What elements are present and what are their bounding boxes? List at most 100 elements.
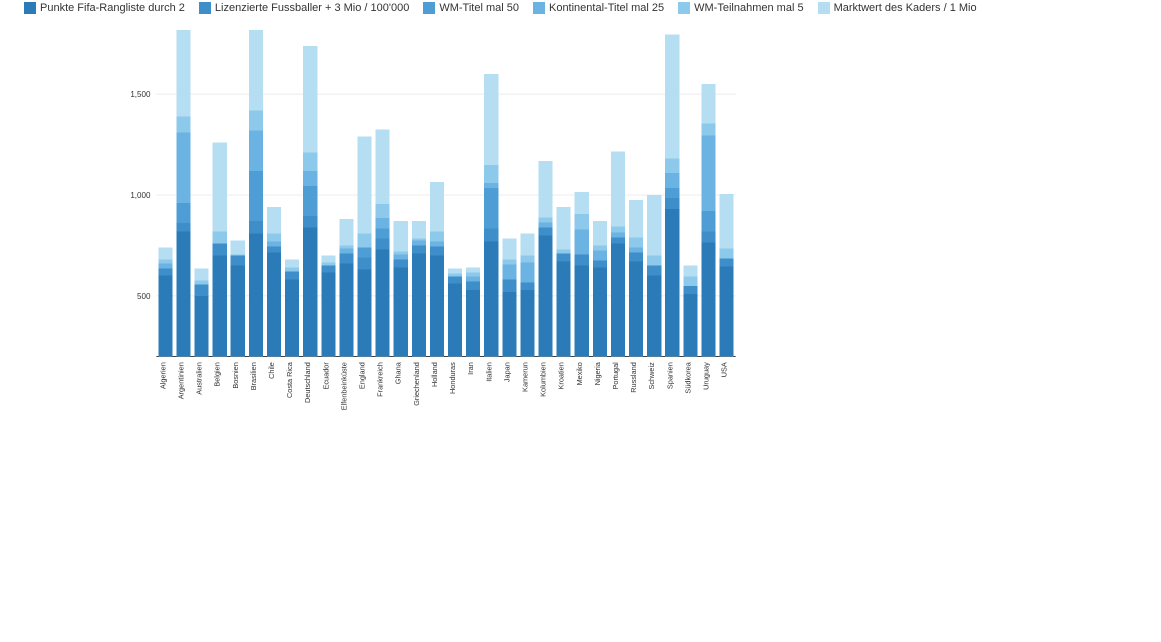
bar-segment: [412, 240, 426, 245]
bar-segment: [267, 207, 281, 233]
y-tick-label: 1,000: [130, 191, 151, 200]
bar-segment: [158, 269, 172, 276]
y-tick-label: 1,500: [130, 90, 151, 99]
x-tick-label: Elfenbeinküste: [339, 362, 348, 410]
bar-segment: [412, 221, 426, 238]
bar-segment: [357, 233, 371, 247]
x-tick-label: Ecuador: [321, 362, 330, 390]
bar-segment: [231, 254, 245, 255]
bar-segment: [611, 237, 625, 243]
bar-segment: [321, 266, 335, 273]
bar-segment: [394, 268, 408, 357]
bar-segment: [357, 247, 371, 257]
bar-segment: [376, 249, 390, 356]
bar-segment: [484, 228, 498, 241]
bar-segment: [213, 231, 227, 243]
bar-segment: [195, 281, 209, 285]
bar-segment: [520, 263, 534, 283]
bar-segment: [357, 270, 371, 357]
y-tick-label: 500: [137, 292, 151, 301]
legend-label: Marktwert des Kaders / 1 Mio: [834, 2, 977, 14]
bar-segment: [720, 248, 734, 258]
bar-segment: [158, 247, 172, 259]
x-tick-label: Nigeria: [593, 361, 602, 385]
bar-segment: [158, 276, 172, 357]
bar-segment: [448, 274, 462, 277]
bar-segment: [557, 249, 571, 253]
bar-segment: [231, 266, 245, 357]
bar-segment: [593, 250, 607, 260]
x-tick-label: Australien: [195, 362, 204, 395]
bar-segment: [158, 260, 172, 264]
bar-segment: [249, 221, 263, 233]
bar-segment: [701, 242, 715, 356]
legend-label: Punkte Fifa-Rangliste durch 2: [40, 2, 185, 14]
bar-segment: [430, 256, 444, 357]
bar-segment: [539, 235, 553, 356]
x-tick-label: Algerien: [158, 362, 167, 389]
bar-segment: [557, 207, 571, 249]
bar-segment: [502, 280, 516, 292]
bar-segment: [557, 262, 571, 357]
bar-segment: [394, 221, 408, 251]
bar-segment: [339, 219, 353, 245]
bar-segment: [213, 256, 227, 357]
legend-item[interactable]: WM-Titel mal 50: [423, 2, 519, 14]
bar-segment: [720, 194, 734, 248]
x-tick-label: Iran: [466, 362, 475, 375]
bar-segment: [593, 245, 607, 250]
legend-swatch: [199, 2, 211, 14]
x-tick-label: Ghana: [394, 361, 403, 384]
legend-item[interactable]: Lizenzierte Fussballer + 3 Mio / 100'000: [199, 2, 409, 14]
bar-segment: [665, 173, 679, 188]
x-tick-label: Bosnien: [231, 362, 240, 388]
legend-item[interactable]: Marktwert des Kaders / 1 Mio: [818, 2, 977, 14]
bar-segment: [683, 286, 697, 294]
bar-segment: [611, 243, 625, 356]
bar-segment: [701, 211, 715, 231]
bar-segment: [213, 243, 227, 255]
x-tick-label: Argentinien: [176, 362, 185, 399]
bar-segment: [249, 30, 263, 110]
bar-segment: [647, 276, 661, 357]
bar-segment: [321, 256, 335, 263]
x-tick-label: Spanien: [665, 362, 674, 389]
bar-segment: [430, 231, 444, 241]
x-tick-label: USA: [720, 362, 729, 377]
bar-segment: [502, 238, 516, 259]
x-tick-label: Mexiko: [575, 362, 584, 385]
bar-segment: [448, 277, 462, 284]
x-tick-label: Kamerun: [520, 362, 529, 392]
bar-segment: [176, 223, 190, 231]
bar-segment: [484, 241, 498, 356]
bar-segment: [249, 171, 263, 221]
bar-segment: [339, 264, 353, 357]
legend-item[interactable]: Kontinental-Titel mal 25: [533, 2, 664, 14]
bar-segment: [611, 232, 625, 237]
bar-segment: [629, 262, 643, 357]
bar-segment: [720, 259, 734, 267]
bar-segment: [394, 254, 408, 259]
legend-swatch: [678, 2, 690, 14]
x-tick-label: Portugal: [611, 362, 620, 390]
x-tick-label: Brasilien: [249, 362, 258, 390]
x-tick-label: Kolumbien: [539, 362, 548, 397]
legend-item[interactable]: WM-Teilnahmen mal 5: [678, 2, 803, 14]
bar-segment: [575, 266, 589, 357]
legend-swatch: [533, 2, 545, 14]
legend-swatch: [818, 2, 830, 14]
bar-segment: [484, 74, 498, 165]
bar-segment: [303, 216, 317, 227]
x-tick-label: Chile: [267, 362, 276, 379]
bar-segment: [720, 267, 734, 357]
x-tick-label: Costa Rica: [285, 361, 294, 398]
legend-item[interactable]: Punkte Fifa-Rangliste durch 2: [24, 2, 185, 14]
bar-segment: [502, 292, 516, 357]
bar-segment: [665, 188, 679, 198]
bar-segment: [195, 296, 209, 357]
bar-segment: [267, 252, 281, 356]
bar-segment: [176, 116, 190, 132]
x-tick-label: Deutschland: [303, 362, 312, 403]
bar-segment: [339, 253, 353, 263]
bar-segment: [520, 283, 534, 290]
